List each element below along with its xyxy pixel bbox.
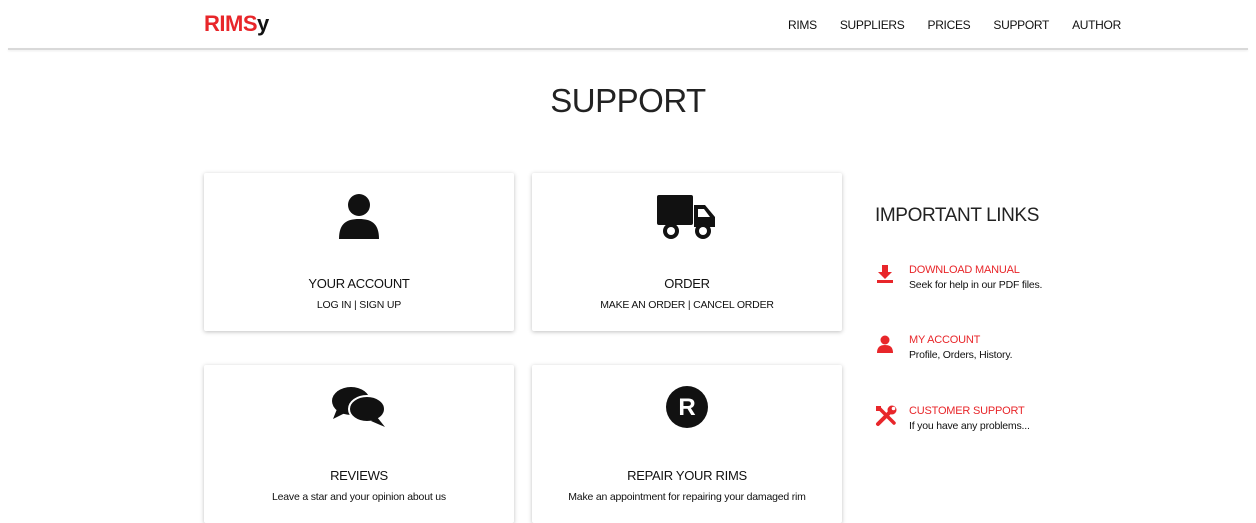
registered-icon: R	[532, 385, 842, 435]
nav-link-support[interactable]: SUPPORT	[993, 18, 1049, 32]
card-reviews[interactable]: REVIEWS Leave a star and your opinion ab…	[204, 365, 514, 523]
card-subtitle[interactable]: LOG IN | SIGN UP	[204, 299, 514, 311]
nav-menu: RIMS SUPPLIERS PRICES SUPPORT AUTHOR	[788, 18, 1144, 32]
link-description: If you have any problems...	[909, 420, 1030, 432]
user-icon	[875, 334, 897, 356]
card-title: ORDER	[664, 276, 710, 291]
link-description: Seek for help in our PDF files.	[909, 279, 1043, 291]
brand-main: RIMS	[204, 11, 258, 36]
link-label[interactable]: CUSTOMER SUPPORT	[909, 405, 1025, 417]
card-title: YOUR ACCOUNT	[308, 276, 410, 291]
navbar: RIMSy RIMS SUPPLIERS PRICES SUPPORT AUTH…	[0, 0, 1256, 50]
svg-text:R: R	[678, 394, 695, 421]
download-icon	[875, 264, 897, 286]
user-icon	[204, 193, 514, 243]
link-label[interactable]: DOWNLOAD MANUAL	[909, 264, 1020, 276]
brand-tail: y	[257, 11, 269, 36]
nav-link-author[interactable]: AUTHOR	[1072, 18, 1121, 32]
tools-icon	[875, 405, 897, 427]
card-subtitle: Leave a star and your opinion about us	[272, 491, 446, 503]
comments-icon	[204, 385, 514, 435]
card-subtitle[interactable]: MAKE AN ORDER | CANCEL ORDER	[532, 299, 842, 311]
link-description: Profile, Orders, History.	[909, 349, 1013, 361]
brand-logo[interactable]: RIMSy	[204, 11, 269, 37]
card-repair-rims[interactable]: R REPAIR YOUR RIMS Make an appointment f…	[532, 365, 842, 523]
card-title: REVIEWS	[330, 468, 388, 483]
nav-link-suppliers[interactable]: SUPPLIERS	[840, 18, 905, 32]
nav-link-rims[interactable]: RIMS	[788, 18, 817, 32]
nav-link-prices[interactable]: PRICES	[927, 18, 970, 32]
important-links-title: IMPORTANT LINKS	[875, 205, 1039, 226]
card-title: REPAIR YOUR RIMS	[627, 468, 747, 483]
page-title: SUPPORT	[550, 82, 706, 119]
card-order[interactable]: ORDER MAKE AN ORDER | CANCEL ORDER	[532, 173, 842, 331]
truck-icon	[532, 193, 842, 243]
card-subtitle: Make an appointment for repairing your d…	[568, 491, 806, 503]
nav-divider	[8, 48, 1248, 50]
card-your-account[interactable]: YOUR ACCOUNT LOG IN | SIGN UP	[204, 173, 514, 331]
link-label[interactable]: MY ACCOUNT	[909, 334, 980, 346]
